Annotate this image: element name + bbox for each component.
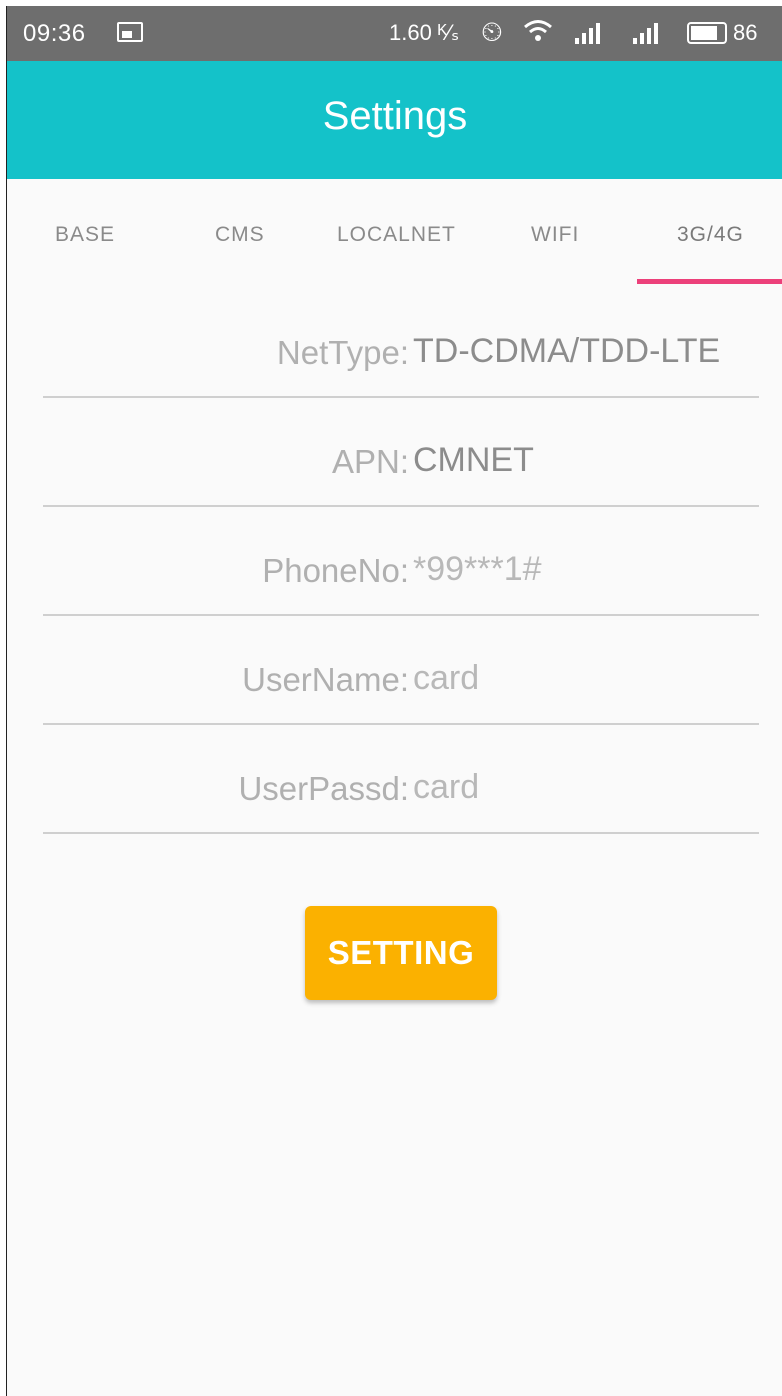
alarm-icon: ⏲ (481, 16, 503, 47)
username-field[interactable]: card (413, 659, 479, 698)
tab-localnet[interactable]: LOCALNET (337, 223, 456, 247)
phoneno-row: PhoneNo: *99***1# (43, 507, 759, 616)
signal-icon (575, 22, 600, 44)
network-speed: 1.60 ᴷ⁄ₛ (389, 20, 460, 45)
phoneno-label: PhoneNo: (262, 552, 409, 589)
setting-button[interactable]: SETTING (305, 906, 497, 1000)
notification-image-icon (117, 22, 143, 42)
tab-selected-indicator (637, 279, 782, 284)
tab-cms[interactable]: CMS (215, 223, 265, 247)
wifi-icon (523, 18, 553, 51)
userpassd-label: UserPassd: (238, 770, 409, 807)
nettype-row: NetType: TD-CDMA/TDD-LTE (43, 289, 759, 398)
apn-row: APN: CMNET (43, 398, 759, 507)
app-bar: Settings (7, 61, 782, 179)
tab-wifi[interactable]: WIFI (531, 223, 579, 247)
status-time: 09:36 (23, 20, 86, 47)
tab-bar: BASE CMS LOCALNET WIFI 3G/4G (7, 179, 782, 289)
userpassd-row: UserPassd: card (43, 725, 759, 834)
status-bar: 09:36 1.60 ᴷ⁄ₛ ⏲ 86 (7, 6, 782, 61)
app-screen: 09:36 1.60 ᴷ⁄ₛ ⏲ 86 Settings BASE CMS LO… (6, 6, 782, 1396)
username-label: UserName: (242, 661, 409, 698)
page-title: Settings (322, 94, 468, 138)
userpassd-field[interactable]: card (413, 768, 479, 807)
signal-icon (633, 22, 658, 44)
battery-icon (687, 22, 727, 44)
nettype-field[interactable]: TD-CDMA/TDD-LTE (413, 332, 720, 371)
tab-base[interactable]: BASE (55, 223, 115, 247)
tab-3g-4g[interactable]: 3G/4G (677, 223, 744, 247)
nettype-label: NetType: (276, 334, 409, 371)
phoneno-field[interactable]: *99***1# (413, 550, 542, 589)
apn-field[interactable]: CMNET (413, 441, 534, 480)
apn-label: APN: (331, 443, 409, 480)
battery-level: 86 (733, 20, 758, 45)
username-row: UserName: card (43, 616, 759, 725)
